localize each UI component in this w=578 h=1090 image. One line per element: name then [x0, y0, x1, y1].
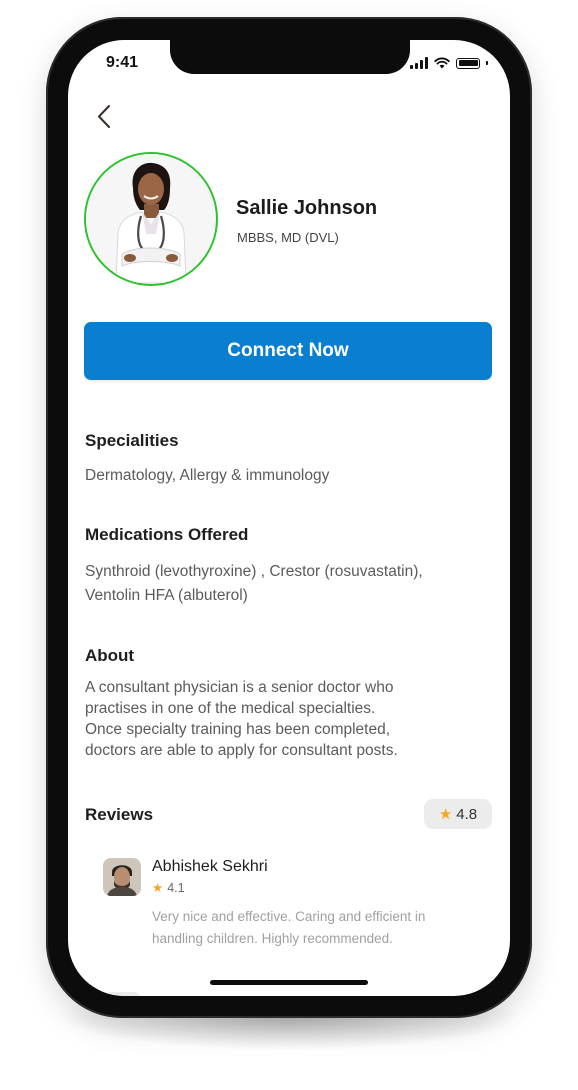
doctor-name: Sallie Johnson	[236, 197, 378, 219]
reviewer-name: Abhishek Sekhri	[152, 858, 268, 875]
medications-title: Medications Offered	[85, 525, 249, 544]
chevron-left-icon	[98, 105, 110, 128]
about-line-2: practises in one of the medical specialt…	[85, 700, 376, 717]
reviewer-rating: ★ 4.1	[152, 880, 185, 896]
star-icon: ★	[438, 806, 453, 823]
battery-icon	[456, 57, 480, 69]
cellular-signal-icon	[410, 57, 428, 69]
doctor-photo	[86, 154, 215, 284]
reviewer-rating-value: 4.1	[167, 880, 185, 895]
overall-rating-value: 4.8	[456, 805, 478, 823]
app-screen: 9:41 Sallie Johnson MBBS, MD (DVL) Conne…	[68, 40, 510, 996]
review-text-line-2: handling children. Highly recommended.	[152, 931, 393, 946]
battery-cap	[486, 61, 488, 65]
reviewer-avatar	[103, 858, 141, 896]
doctor-avatar	[84, 152, 218, 286]
reviews-title: Reviews	[85, 805, 154, 824]
status-time: 9:41	[106, 54, 139, 71]
doctor-degree: MBBS, MD (DVL)	[237, 230, 339, 245]
wifi-icon	[434, 57, 450, 69]
reviewer-photo	[103, 858, 141, 896]
specialities-title: Specialities	[85, 431, 179, 450]
medications-line-1: Synthroid (levothyroxine) , Crestor (ros…	[85, 563, 423, 580]
connect-now-button[interactable]: Connect Now	[84, 322, 492, 380]
home-indicator	[210, 980, 368, 985]
about-line-4: doctors are able to apply for consultant…	[85, 742, 398, 759]
next-reviewer-avatar	[103, 992, 141, 996]
overall-rating-badge: ★ 4.8	[424, 799, 492, 829]
review-text: Very nice and effective. Caring and effi…	[152, 906, 482, 950]
notch	[170, 40, 410, 74]
star-icon: ★	[152, 881, 164, 895]
about-line-1: A consultant physician is a senior docto…	[85, 679, 394, 696]
back-button[interactable]	[90, 100, 120, 134]
review-text-line-1: Very nice and effective. Caring and effi…	[152, 909, 426, 924]
about-line-3: Once specialty training has been complet…	[85, 721, 391, 738]
status-icons	[410, 57, 488, 69]
medications-line-2: Ventolin HFA (albuterol)	[85, 587, 248, 604]
about-title: About	[85, 646, 135, 665]
specialities-text: Dermatology, Allergy & immunology	[85, 467, 330, 484]
